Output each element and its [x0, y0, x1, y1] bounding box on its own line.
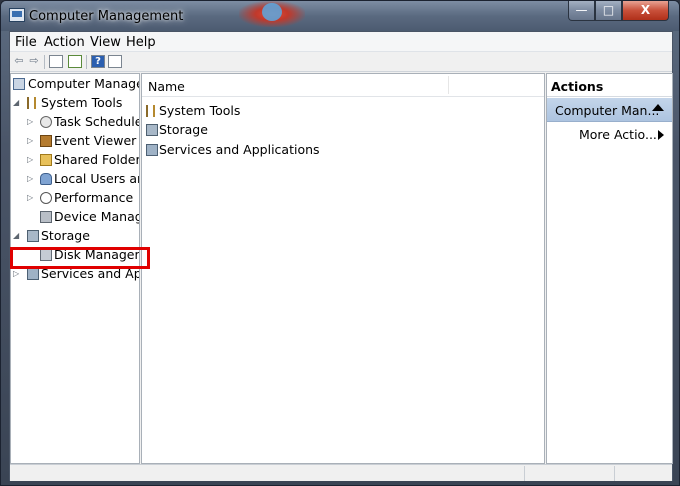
tree-item-device-manager[interactable]: Device Manager — [13, 208, 139, 226]
tree-item-storage[interactable]: ◢ Storage — [13, 227, 139, 245]
services-applications-icon — [27, 268, 39, 280]
title-bar[interactable]: Computer Management — □ X — [1, 1, 679, 31]
back-arrow-icon[interactable]: ⇦ — [12, 55, 26, 68]
shared-folders-icon — [40, 154, 52, 166]
status-cell — [614, 466, 674, 481]
users-icon — [40, 173, 52, 185]
tree-item-system-tools[interactable]: ◢ System Tools — [13, 94, 139, 112]
tree-item-performance[interactable]: ▷ Performance — [13, 189, 139, 207]
storage-icon — [146, 124, 158, 136]
system-tools-icon — [27, 97, 36, 109]
toolbar: ⇦ ⇨ ? — [10, 52, 672, 72]
status-cell — [524, 466, 614, 481]
system-tools-icon — [146, 105, 155, 117]
expand-arrow-icon[interactable]: ▷ — [13, 269, 21, 279]
expand-arrow-icon[interactable]: ▷ — [27, 155, 35, 165]
expand-arrow-icon[interactable]: ▷ — [27, 117, 35, 127]
actions-pane: Actions Computer Man... More Actio... — [546, 73, 673, 464]
tree-item-task-scheduler[interactable]: ▷ Task Scheduler — [13, 113, 140, 131]
actions-computer-management[interactable]: Computer Man... — [547, 98, 672, 122]
menu-file[interactable]: File — [15, 35, 37, 50]
clock-icon — [40, 116, 52, 128]
storage-icon — [27, 230, 39, 242]
device-manager-icon — [40, 211, 52, 223]
window-title: Computer Management — [29, 9, 184, 24]
client-area: File Action View Help ⇦ ⇨ ? Computer Man… — [9, 31, 673, 481]
status-bar — [10, 464, 672, 481]
forward-arrow-icon[interactable]: ⇨ — [27, 55, 41, 68]
performance-icon — [40, 192, 52, 204]
main-list-pane: Name System Tools Storage Services and A… — [141, 73, 545, 464]
show-hide-action-pane-icon[interactable] — [108, 55, 122, 68]
collapse-arrow-icon[interactable]: ◢ — [13, 231, 21, 241]
more-actions-item[interactable]: More Actio... — [579, 127, 657, 142]
minimize-button[interactable]: — — [568, 1, 595, 21]
name-column-header[interactable]: Name — [142, 74, 544, 97]
column-header-label: Name — [148, 79, 185, 94]
tree-item-shared-folders[interactable]: ▷ Shared Folders — [13, 151, 140, 169]
disk-management-highlight-box — [10, 247, 150, 269]
tree-item-label: Computer Management (Local) — [28, 76, 139, 91]
computer-management-icon — [9, 8, 25, 22]
tree-item-label: Device Manager — [54, 209, 139, 224]
services-applications-icon — [146, 144, 158, 156]
computer-management-window: Computer Management — □ X File Action Vi… — [0, 0, 680, 486]
tree-item-label: Event Viewer — [54, 133, 137, 148]
collapse-arrow-icon[interactable]: ◢ — [13, 98, 21, 108]
titlebar-glow-dot — [262, 3, 282, 21]
list-item-label: Storage — [159, 122, 208, 137]
submenu-arrow-icon[interactable] — [658, 130, 664, 140]
menu-bar: File Action View Help — [10, 32, 672, 52]
show-hide-console-tree-icon[interactable] — [49, 55, 63, 68]
tree-item-label: Task Scheduler — [54, 114, 140, 129]
help-icon[interactable]: ? — [91, 55, 105, 68]
tree-item-label: Local Users and Groups — [54, 171, 139, 186]
expand-arrow-icon[interactable]: ▷ — [27, 174, 35, 184]
toolbar-separator — [44, 55, 45, 69]
computer-management-icon — [13, 78, 25, 90]
menu-help[interactable]: Help — [126, 35, 156, 50]
actions-header: Actions — [547, 74, 672, 97]
expand-arrow-icon[interactable]: ▷ — [27, 193, 35, 203]
menu-action[interactable]: Action — [44, 35, 85, 50]
tree-item-event-viewer[interactable]: ▷ Event Viewer — [13, 132, 139, 150]
tree-item-local-users[interactable]: ▷ Local Users and Groups — [13, 170, 139, 188]
list-item[interactable]: Services and Applications — [146, 141, 346, 159]
tree-item-label: Performance — [54, 190, 134, 205]
list-item-label: System Tools — [159, 103, 241, 118]
tree-item-label: Storage — [41, 228, 90, 243]
toolbar-separator — [86, 55, 87, 69]
tree-item-computer-management[interactable]: Computer Management (Local) — [13, 75, 139, 93]
menu-view[interactable]: View — [90, 35, 121, 50]
expand-arrow-icon[interactable]: ▷ — [27, 136, 35, 146]
list-item[interactable]: Storage — [146, 121, 346, 139]
list-item-label: Services and Applications — [159, 142, 320, 157]
maximize-button[interactable]: □ — [595, 1, 622, 21]
collapse-up-arrow-icon[interactable] — [652, 104, 664, 111]
actions-item-label: Computer Man... — [555, 103, 660, 118]
column-divider[interactable] — [448, 76, 449, 94]
list-item[interactable]: System Tools — [146, 102, 346, 120]
event-viewer-icon — [40, 135, 52, 147]
close-button[interactable]: X — [622, 1, 669, 21]
tree-item-label: System Tools — [41, 95, 123, 110]
tree-item-label: Shared Folders — [54, 152, 140, 167]
export-list-icon[interactable] — [68, 55, 82, 68]
